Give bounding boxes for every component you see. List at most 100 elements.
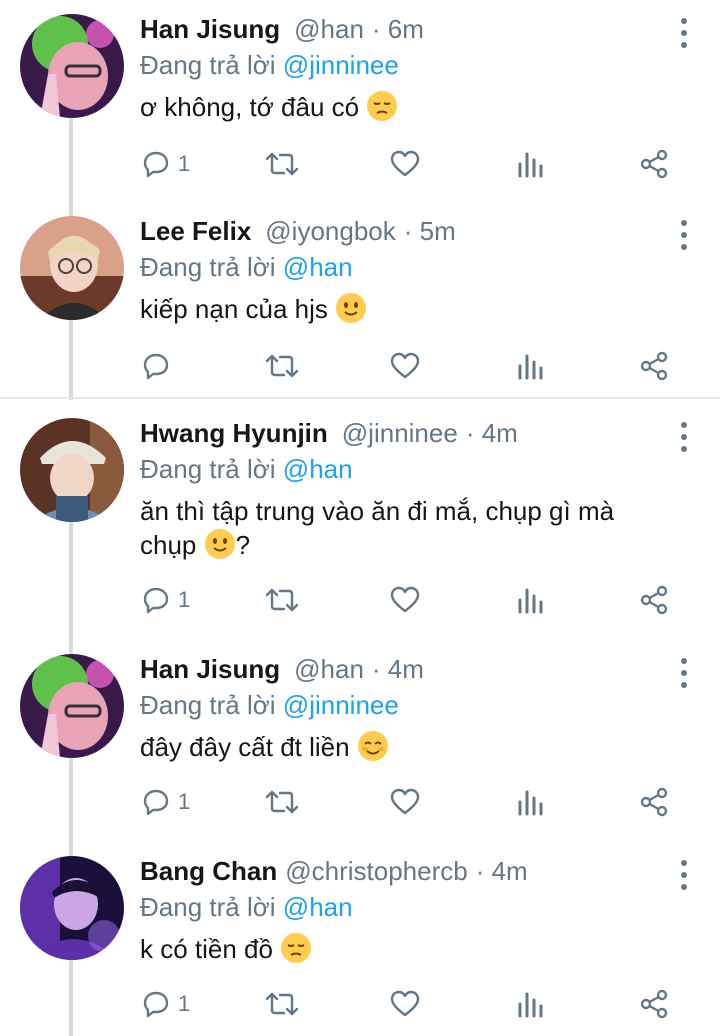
mention-link[interactable]: @han [283,892,353,922]
slightly-smiling-face-icon [204,529,235,559]
tweet-text-body: đây đây cất đt liền [140,732,350,762]
author-handle[interactable]: @christophercb [285,856,467,887]
tweet-actions: 1 [140,144,680,184]
timestamp[interactable]: · 4m [466,418,518,449]
author-name[interactable]: Han Jisung [140,654,280,685]
analytics-button[interactable] [516,984,546,1024]
timestamp[interactable]: · 4m [372,654,424,685]
like-button[interactable] [389,782,421,822]
avatar[interactable] [20,418,124,522]
retweet-button[interactable] [264,580,300,620]
reply-button[interactable]: 1 [140,580,190,620]
reply-icon [143,151,169,178]
tweet[interactable]: Lee Felix @iyongbok · 5m Đang trả lời @h… [0,202,720,398]
timestamp[interactable]: · 5m [404,216,456,247]
share-icon [640,351,668,381]
mention-link[interactable]: @jinninee [283,50,399,80]
retweet-icon [265,152,299,176]
retweet-button[interactable] [264,346,300,386]
reply-count: 1 [178,789,191,814]
mention-link[interactable]: @han [283,454,353,484]
tweet[interactable]: Han Jisung @han · 6m Đang trả lời @jinni… [0,0,720,200]
timestamp[interactable]: · 6m [372,14,424,45]
more-options-icon[interactable] [676,422,692,452]
mention-link[interactable]: @han [283,252,353,282]
reply-prefix: Đang trả lời [140,50,276,80]
like-button[interactable] [389,144,421,184]
like-button[interactable] [389,984,421,1024]
reply-button[interactable] [140,346,178,386]
share-button[interactable] [638,782,670,822]
analytics-button[interactable] [516,580,546,620]
heart-icon [390,352,420,379]
author-name[interactable]: Lee Felix [140,216,251,247]
tweet-actions: 1 [140,782,680,822]
mention-link[interactable]: @jinninee [283,690,399,720]
like-button[interactable] [389,346,421,386]
reply-button[interactable]: 1 [140,144,190,184]
reply-prefix: Đang trả lời [140,892,276,922]
reply-button[interactable]: 1 [140,782,190,822]
tweet-text-body: chụp [140,530,197,560]
author-handle[interactable]: @han [294,14,364,45]
avatar[interactable] [20,856,124,960]
tweet[interactable]: Han Jisung @han · 4m Đang trả lời @jinni… [0,640,720,840]
tweet-text-body: ơ không, tớ đâu có [140,92,360,122]
share-icon [640,149,668,179]
avatar[interactable] [20,654,124,758]
like-button[interactable] [389,580,421,620]
tweet-text-line: chụp ? [140,528,680,562]
replying-to: Đang trả lời @han [140,454,353,485]
analytics-icon [518,992,543,1018]
tweet-text: đây đây cất đt liền [140,730,680,764]
retweet-button[interactable] [264,782,300,822]
tweet-actions [140,346,680,386]
more-options-icon[interactable] [676,18,692,48]
analytics-icon [518,790,543,816]
more-options-icon[interactable] [676,658,692,688]
tweet-text: ơ không, tớ đâu có [140,90,680,124]
analytics-icon [518,152,543,178]
reply-count: 1 [178,151,191,176]
tweet-text: ăn thì tập trung vào ăn đi mắ, chụp gì m… [140,494,680,562]
author-handle[interactable]: @iyongbok [265,216,395,247]
heart-icon [390,586,420,613]
retweet-icon [265,790,299,814]
retweet-icon [265,588,299,612]
share-button[interactable] [638,984,670,1024]
avatar[interactable] [20,14,124,118]
tweet[interactable]: Bang Chan @christophercb · 4m Đang trả l… [0,842,720,1036]
timestamp[interactable]: · 4m [476,856,528,887]
share-button[interactable] [638,580,670,620]
reply-icon [143,587,169,614]
author-name[interactable]: Han Jisung [140,14,280,45]
tweet-text-suffix: ? [235,530,251,560]
retweet-button[interactable] [264,144,300,184]
more-options-icon[interactable] [676,220,692,250]
author-name[interactable]: Hwang Hyunjin [140,418,328,449]
retweet-button[interactable] [264,984,300,1024]
replying-to: Đang trả lời @jinninee [140,50,399,81]
reply-icon [143,789,169,816]
share-button[interactable] [638,144,670,184]
reply-button[interactable]: 1 [140,984,190,1024]
replying-to: Đang trả lời @jinninee [140,690,399,721]
pensive-face-icon [281,933,312,963]
share-icon [640,585,668,615]
avatar[interactable] [20,216,124,320]
author-name[interactable]: Bang Chan [140,856,277,887]
analytics-icon [518,588,543,614]
retweet-icon [265,354,299,378]
tweet-text: kiếp nạn của hjs [140,292,680,326]
more-options-icon[interactable] [676,860,692,890]
replying-to: Đang trả lời @han [140,252,353,283]
tweet[interactable]: Hwang Hyunjin @jinninee · 4m Đang trả lờ… [0,404,720,636]
author-handle[interactable]: @han [294,654,364,685]
reply-count: 1 [178,991,191,1016]
share-button[interactable] [638,346,670,386]
analytics-button[interactable] [516,346,546,386]
analytics-button[interactable] [516,782,546,822]
reply-count: 1 [178,587,191,612]
author-handle[interactable]: @jinninee [342,418,458,449]
analytics-button[interactable] [516,144,546,184]
